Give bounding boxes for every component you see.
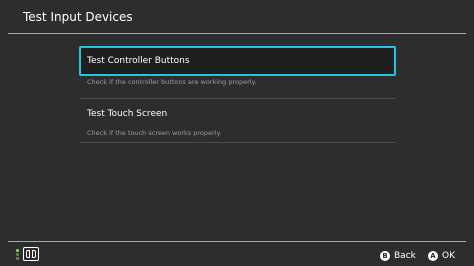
a-button-icon: A [428, 251, 438, 261]
joycon-right-icon [32, 250, 36, 258]
menu-item-description: Check if the controller buttons are work… [87, 78, 257, 86]
menu-item-test-touch-screen[interactable]: Test Touch Screen [79, 101, 396, 129]
ok-button[interactable]: A OK [428, 250, 455, 262]
header-bar: Test Input Devices [0, 0, 474, 34]
joycon-icon [23, 247, 39, 261]
back-button[interactable]: B Back [380, 250, 416, 262]
menu-separator [79, 98, 396, 99]
menu-item-label: Test Touch Screen [87, 109, 168, 119]
page-title: Test Input Devices [23, 10, 133, 24]
b-button-icon: B [380, 251, 390, 261]
menu-item-test-controller-buttons[interactable]: Test Controller Buttons [79, 46, 396, 76]
controller-status [16, 246, 42, 262]
player-led [16, 249, 19, 252]
footer-divider [8, 241, 466, 242]
player-led-indicator [16, 249, 19, 261]
player-led [16, 253, 19, 256]
joycon-left-icon [26, 250, 30, 258]
ok-button-label: OK [442, 250, 455, 261]
header-divider [8, 33, 466, 34]
menu-separator [79, 142, 396, 143]
menu-item-description: Check if the touch screen works properly… [87, 129, 222, 137]
player-led [16, 257, 19, 260]
menu-item-label: Test Controller Buttons [87, 56, 190, 66]
back-button-label: Back [394, 250, 416, 261]
